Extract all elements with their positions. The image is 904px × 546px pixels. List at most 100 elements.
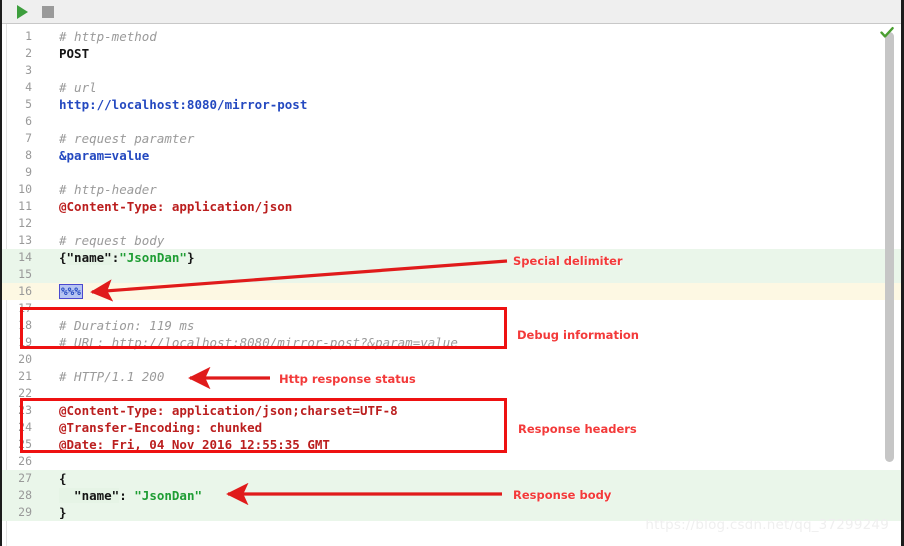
- line-number: 12: [18, 216, 32, 230]
- line-content: # Duration: 119 ms: [59, 317, 194, 334]
- line-content: POST: [59, 45, 89, 62]
- code-line[interactable]: 15: [2, 266, 901, 283]
- code-token: # URL: http://localhost:8080/mirror-post…: [59, 335, 458, 350]
- code-line[interactable]: 13 # request body: [2, 232, 901, 249]
- line-content: {"name":"JsonDan"}: [59, 249, 194, 266]
- code-token: http://localhost:8080/mirror-post: [59, 97, 308, 112]
- code-token: @Content-Type: application/json: [59, 199, 293, 214]
- code-token: "JsonDan": [119, 250, 187, 265]
- line-number: 15: [18, 267, 32, 281]
- line-number: 10: [18, 182, 32, 196]
- line-content: @Transfer-Encoding: chunked: [59, 419, 262, 436]
- run-button[interactable]: [11, 2, 33, 22]
- code-line[interactable]: 9: [2, 164, 901, 181]
- line-content: @Date: Fri, 04 Nov 2016 12:55:35 GMT: [59, 436, 330, 453]
- line-number: 26: [18, 454, 32, 468]
- green-check-icon[interactable]: [880, 26, 894, 40]
- line-number: 5: [25, 97, 32, 111]
- line-number: 22: [18, 386, 32, 400]
- line-number: 25: [18, 437, 32, 451]
- line-content: "name": "JsonDan": [59, 487, 202, 504]
- line-number: 8: [25, 148, 32, 162]
- code-line[interactable]: 1 # http-method: [2, 28, 901, 45]
- line-number: 1: [25, 29, 32, 43]
- line-content: http://localhost:8080/mirror-post: [59, 96, 307, 113]
- code-line[interactable]: 11 @Content-Type: application/json: [2, 198, 901, 215]
- code-line[interactable]: 8 &param=value: [2, 147, 901, 164]
- stop-square-icon: [42, 5, 54, 18]
- code-line[interactable]: 3: [2, 62, 901, 79]
- request-editor-window: 1 # http-method 2 POST 3 4 # url 5 http://localh…: [0, 0, 904, 546]
- code-line[interactable]: 4 # url: [2, 79, 901, 96]
- watermark: https://blog.csdn.net/qq_37299249: [645, 517, 889, 533]
- vertical-scrollbar-thumb[interactable]: [885, 32, 894, 462]
- code-token: @Content-Type: application/json;charset=…: [59, 403, 398, 418]
- line-number: 3: [25, 63, 32, 77]
- code-line[interactable]: 6: [2, 113, 901, 130]
- line-number: 24: [18, 420, 32, 434]
- code-line[interactable]: 28 "name": "JsonDan": [2, 487, 901, 504]
- code-line[interactable]: 27 {: [2, 470, 901, 487]
- code-token: }: [59, 505, 67, 520]
- line-number: 2: [25, 46, 32, 60]
- code-token: # request body: [59, 233, 165, 248]
- line-number: 18: [18, 318, 32, 332]
- code-line[interactable]: 20: [2, 351, 901, 368]
- line-number: 14: [18, 250, 32, 264]
- code-line[interactable]: 24 @Transfer-Encoding: chunked: [2, 419, 901, 436]
- code-line[interactable]: 14 {"name":"JsonDan"}: [2, 249, 901, 266]
- code-line[interactable]: 12: [2, 215, 901, 232]
- line-number: 13: [18, 233, 32, 247]
- code-token: {: [59, 471, 67, 486]
- line-content: @Content-Type: application/json: [59, 198, 292, 215]
- line-number: 23: [18, 403, 32, 417]
- code-token: %%%: [59, 284, 83, 299]
- code-token: @Date: Fri, 04 Nov 2016 12:55:35 GMT: [59, 437, 330, 452]
- line-number: 11: [18, 199, 32, 213]
- code-token: # http-header: [59, 182, 157, 197]
- code-token: # url: [59, 80, 97, 95]
- code-editor[interactable]: 1 # http-method 2 POST 3 4 # url 5 http://localh…: [2, 24, 901, 546]
- line-number: 20: [18, 352, 32, 366]
- code-line[interactable]: 25 @Date: Fri, 04 Nov 2016 12:55:35 GMT: [2, 436, 901, 453]
- line-content: # url: [59, 79, 97, 96]
- annotation-label-http-response-status: Http response status: [279, 372, 416, 386]
- line-content: # request body: [59, 232, 164, 249]
- line-content: {: [59, 470, 67, 487]
- code-line[interactable]: 26: [2, 453, 901, 470]
- code-line[interactable]: 23 @Content-Type: application/json;charse…: [2, 402, 901, 419]
- code-line[interactable]: 2 POST: [2, 45, 901, 62]
- code-line[interactable]: 16%%%: [2, 283, 901, 300]
- line-number: 17: [18, 301, 32, 315]
- code-line[interactable]: 22: [2, 385, 901, 402]
- line-content: # http-header: [59, 181, 157, 198]
- line-content: }: [59, 504, 67, 521]
- code-line[interactable]: 5 http://localhost:8080/mirror-post: [2, 96, 901, 113]
- code-line[interactable]: 17: [2, 300, 901, 317]
- code-token: # HTTP/1.1 200: [59, 369, 165, 384]
- code-token: {: [59, 250, 67, 265]
- line-content: # request paramter: [59, 130, 194, 147]
- line-number: 16: [18, 284, 32, 298]
- code-token: }: [186, 250, 195, 265]
- line-number: 7: [25, 131, 32, 145]
- code-line[interactable]: 7 # request paramter: [2, 130, 901, 147]
- stop-button[interactable]: [37, 2, 59, 22]
- code-line[interactable]: 21 # HTTP/1.1 200: [2, 368, 901, 385]
- line-content: @Content-Type: application/json;charset=…: [59, 402, 398, 419]
- code-line[interactable]: 19 # URL: http://localhost:8080/mirror-po…: [2, 334, 901, 351]
- code-token: # request paramter: [59, 131, 195, 146]
- code-line[interactable]: 18 # Duration: 119 ms: [2, 317, 901, 334]
- line-content: # http-method: [59, 28, 157, 45]
- line-number: 9: [25, 165, 32, 179]
- code-line[interactable]: 10 # http-header: [2, 181, 901, 198]
- code-token: @Transfer-Encoding: chunked: [59, 420, 263, 435]
- line-number: 19: [18, 335, 32, 349]
- code-token: POST: [59, 46, 90, 61]
- line-number: 6: [25, 114, 32, 128]
- line-number: 28: [18, 488, 32, 502]
- line-content: %%%: [59, 283, 83, 300]
- line-number: 27: [18, 471, 32, 485]
- annotation-label-special-delimiter: Special delimiter: [513, 254, 623, 268]
- play-triangle-icon: [16, 4, 28, 19]
